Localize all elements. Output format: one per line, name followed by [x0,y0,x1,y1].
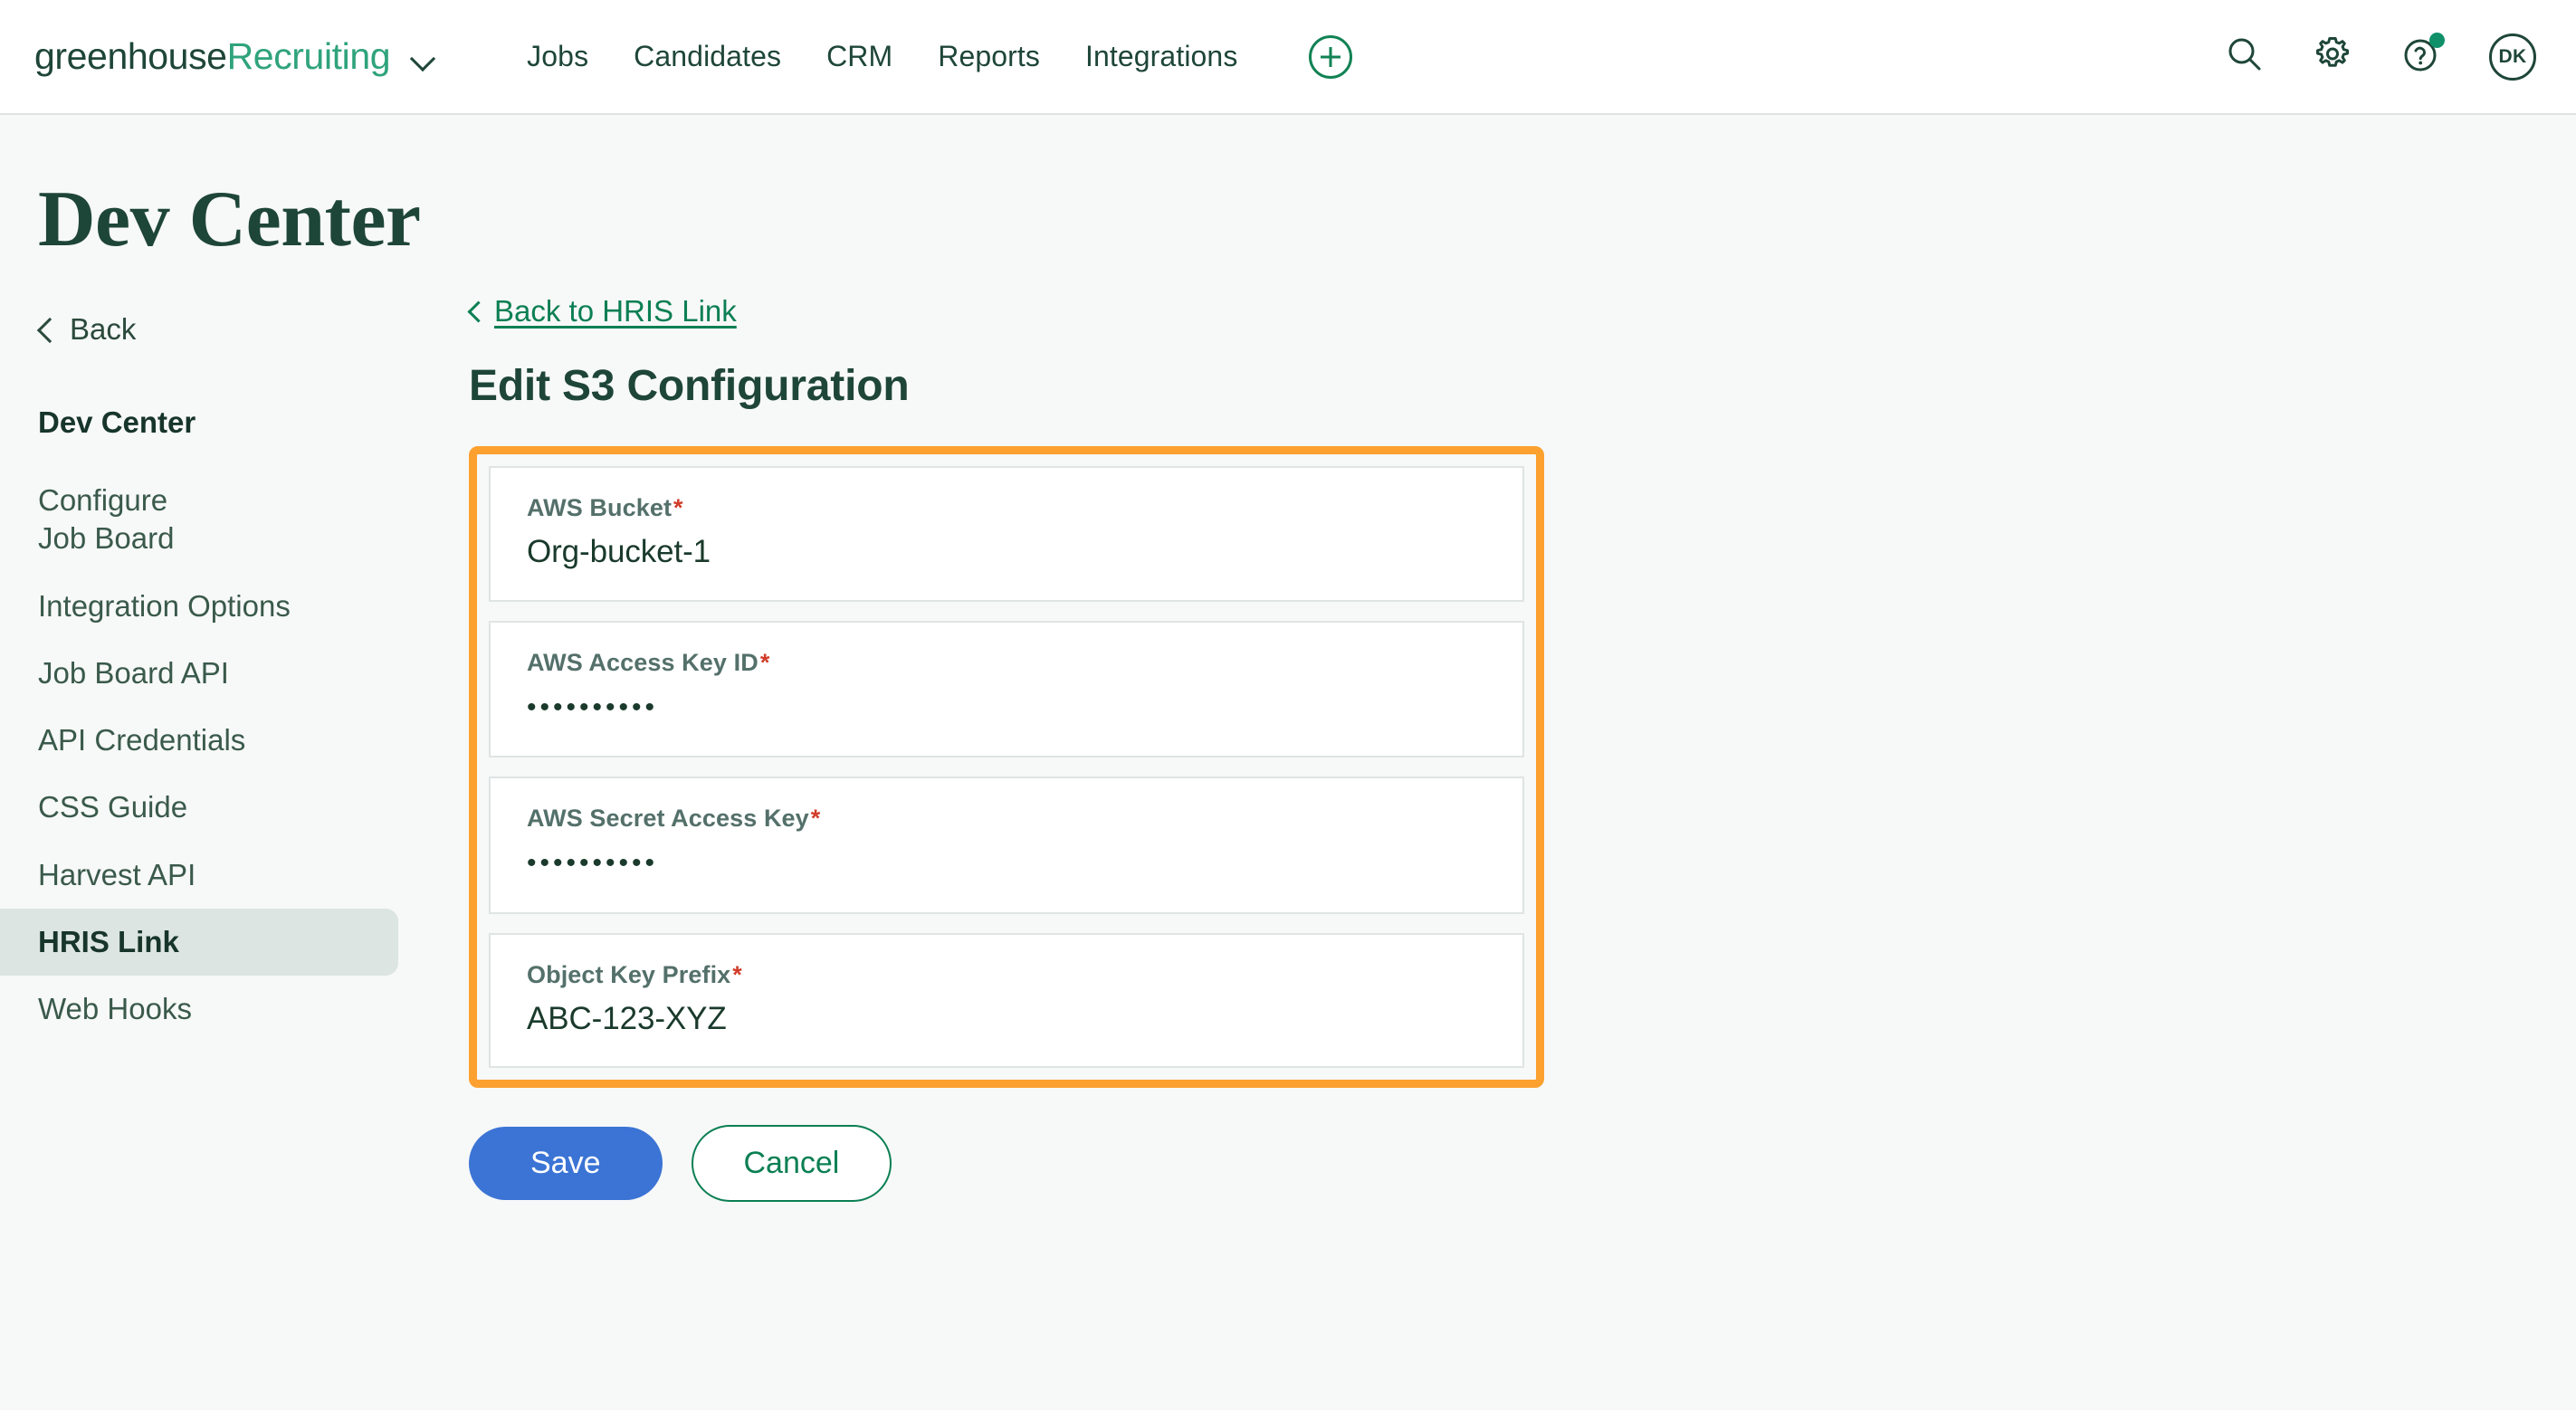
sidebar-item-css-guide[interactable]: CSS Guide [0,774,398,841]
search-icon[interactable] [2225,34,2265,79]
sidebar-item-job-board-api[interactable]: Job Board API [0,640,398,707]
sidebar: Back Dev Center Configure Job Board Inte… [0,294,398,1202]
field-value-object-key-prefix[interactable]: ABC-123-XYZ [527,1001,1486,1037]
save-button[interactable]: Save [469,1127,663,1200]
field-object-key-prefix[interactable]: Object Key Prefix* ABC-123-XYZ [489,932,1524,1068]
breadcrumb-back-to-hris-link[interactable]: Back to HRIS Link [469,294,737,329]
field-aws-secret-access-key[interactable]: AWS Secret Access Key* •••••••••• [489,776,1524,914]
brand-logo-dropdown[interactable]: greenhouseRecruiting [34,35,437,78]
breadcrumb-label: Back to HRIS Link [494,294,737,328]
brand-logo: greenhouseRecruiting [34,35,391,78]
cancel-button[interactable]: Cancel [691,1125,892,1202]
page-title: Dev Center [38,176,421,263]
sidebar-item-hris-link[interactable]: HRIS Link [0,908,398,977]
primary-nav-links: Jobs Candidates CRM Reports Integrations [504,34,1353,79]
chevron-down-icon[interactable] [410,49,437,65]
notification-dot [2429,33,2445,48]
required-asterisk: * [673,494,683,521]
top-navigation-bar: greenhouseRecruiting Jobs Candidates CRM… [0,0,2576,115]
field-aws-access-key-id[interactable]: AWS Access Key ID* •••••••••• [489,620,1524,757]
chevron-left-icon [469,300,482,322]
nav-link-reports[interactable]: Reports [915,40,1063,73]
sidebar-heading-dev-center: Dev Center [38,405,196,439]
main-content: Back to HRIS Link Edit S3 Configuration … [398,294,2576,1202]
nav-link-candidates[interactable]: Candidates [611,40,804,73]
sidebar-item-api-credentials[interactable]: API Credentials [0,707,398,774]
required-asterisk: * [732,960,742,988]
sidebar-back-label: Back [70,312,137,346]
required-asterisk: * [759,648,770,676]
field-label-text: Object Key Prefix [527,960,731,988]
field-aws-bucket[interactable]: AWS Bucket* Org-bucket-1 [489,466,1524,602]
nav-link-integrations[interactable]: Integrations [1063,40,1260,73]
sidebar-item-configure-job-board[interactable]: Configure Job Board [0,467,398,572]
form-actions: Save Cancel [469,1125,2576,1202]
sidebar-back-button[interactable]: Back [0,312,398,347]
chevron-left-icon [38,318,52,341]
field-label-aws-secret-access-key: AWS Secret Access Key* [527,805,1486,833]
s3-configuration-form: AWS Bucket* Org-bucket-1 AWS Access Key … [469,446,1544,1088]
field-label-aws-bucket: AWS Bucket* [527,494,1486,522]
sidebar-item-integration-options[interactable]: Integration Options [0,573,398,640]
page-layout: Back Dev Center Configure Job Board Inte… [0,260,2576,1202]
brand-name-secondary: Recruiting [226,35,391,77]
nav-link-jobs[interactable]: Jobs [504,40,611,73]
brand-name-primary: greenhouse [34,35,227,77]
sidebar-item-harvest-api[interactable]: Harvest API [0,842,398,909]
plus-circle-icon[interactable] [1309,34,1353,79]
field-value-aws-access-key-id[interactable]: •••••••••• [527,690,1486,727]
field-label-object-key-prefix: Object Key Prefix* [527,961,1486,989]
nav-link-crm[interactable]: CRM [804,40,915,73]
question-circle-icon[interactable] [2400,33,2445,80]
avatar[interactable]: DK [2489,33,2536,81]
field-label-aws-access-key-id: AWS Access Key ID* [527,649,1486,677]
field-value-aws-secret-access-key[interactable]: •••••••••• [527,845,1486,882]
required-asterisk: * [810,805,821,832]
field-label-text: AWS Access Key ID [527,648,758,676]
nav-utility-icons: DK [2225,33,2536,81]
field-value-aws-bucket[interactable]: Org-bucket-1 [527,534,1486,570]
gear-icon[interactable] [2312,33,2353,80]
section-title: Edit S3 Configuration [469,362,910,410]
sidebar-item-web-hooks[interactable]: Web Hooks [0,976,398,1043]
field-label-text: AWS Bucket [527,494,673,521]
field-label-text: AWS Secret Access Key [527,805,809,832]
